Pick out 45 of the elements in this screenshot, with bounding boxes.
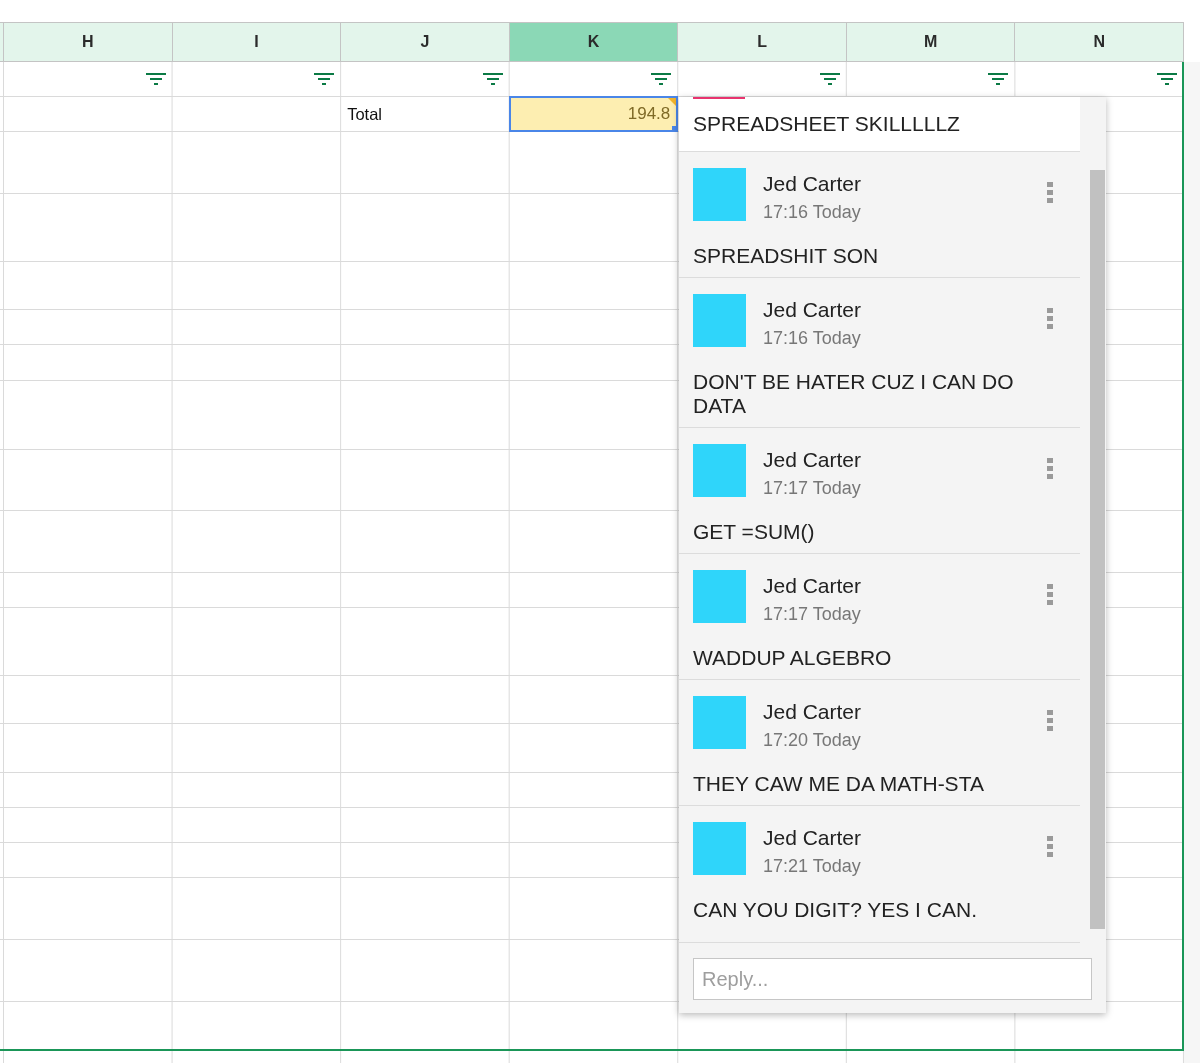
more-options-icon[interactable]	[1047, 308, 1053, 329]
fill-handle[interactable]	[672, 126, 679, 132]
comment-text: WADDUP ALGEBRO	[693, 646, 893, 670]
filter-icon[interactable]	[314, 73, 335, 85]
comment-text: DON'T BE HATER CUZ I CAN DO DATA	[693, 370, 1015, 418]
comment-author: Jed Carter	[763, 172, 862, 196]
more-options-icon[interactable]	[1047, 584, 1053, 605]
avatar-icon	[693, 294, 746, 347]
comment-time: 17:16 Today	[763, 201, 861, 223]
avatar-icon	[693, 696, 746, 749]
filter-icon[interactable]	[1157, 73, 1177, 85]
comment-time: 17:20 Today	[763, 729, 861, 751]
comment-time: 17:17 Today	[763, 477, 861, 499]
accent-bar	[693, 97, 745, 99]
reply-input[interactable]: Reply...	[693, 958, 1092, 1000]
comment-author: Jed Carter	[763, 298, 862, 322]
cell-value: 194.8	[627, 104, 671, 124]
filter-icon[interactable]	[145, 73, 166, 85]
comment-time: 17:21 Today	[763, 855, 861, 877]
avatar-icon	[693, 168, 746, 221]
column-header[interactable]: K	[509, 23, 679, 61]
cell-text: Total	[347, 104, 382, 124]
comment-author: Jed Carter	[763, 448, 862, 472]
more-options-icon[interactable]	[1047, 458, 1053, 479]
filter-icon[interactable]	[651, 73, 672, 85]
comment-text: GET =SUM()	[693, 520, 816, 544]
filter-icon[interactable]	[988, 73, 1009, 85]
comment-time: 17:17 Today	[763, 603, 861, 625]
comment-time: 17:16 Today	[763, 327, 861, 349]
scrollbar-thumb[interactable]	[1090, 170, 1105, 929]
more-options-icon[interactable]	[1047, 710, 1053, 731]
avatar-icon	[693, 444, 746, 497]
comment-author: Jed Carter	[763, 826, 862, 850]
comment-text: SPREADSHIT SON	[693, 244, 880, 268]
comment-text: THEY CAW ME DA MATH-STA	[693, 772, 985, 796]
more-options-icon[interactable]	[1047, 182, 1053, 203]
avatar-icon	[693, 570, 746, 623]
filter-icon[interactable]	[819, 73, 840, 85]
comment-author: Jed Carter	[763, 700, 862, 724]
more-options-icon[interactable]	[1047, 836, 1053, 857]
comment-text: CAN YOU DIGIT? YES I CAN.	[693, 898, 978, 922]
comment-author: Jed Carter	[763, 574, 862, 598]
avatar-icon	[693, 822, 746, 875]
comment-text: SPREADSHEET SKILLLLLZ	[693, 112, 960, 136]
filter-icon[interactable]	[482, 73, 503, 85]
